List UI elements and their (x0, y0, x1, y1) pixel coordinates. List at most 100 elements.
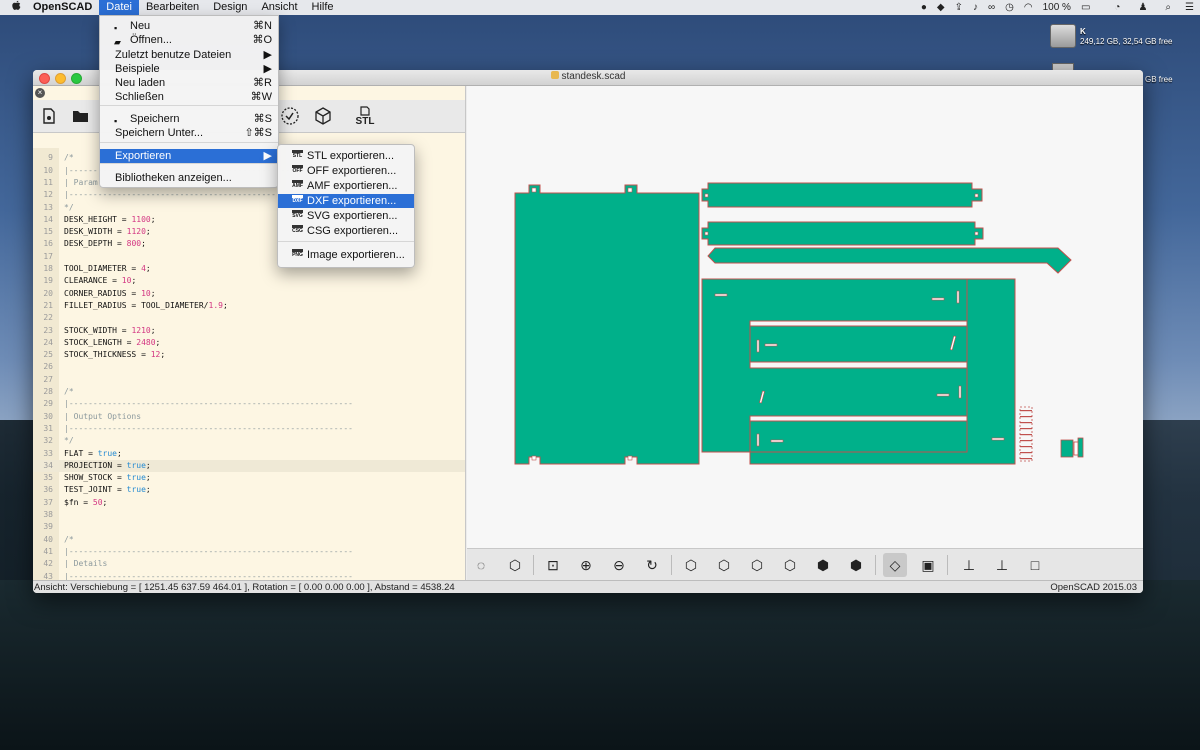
microphone-icon[interactable]: ♪ (973, 0, 978, 15)
file-menu-item[interactable]: Bibliotheken anzeigen... (100, 171, 278, 185)
evernote-icon[interactable]: ● (921, 0, 927, 15)
file-menu-item[interactable]: Speichern Unter... ⇧⌘S (100, 126, 278, 140)
code-line[interactable]: 41 |-------------------------------------… (33, 546, 465, 558)
toolbar-separator (533, 555, 534, 575)
link-icon[interactable]: ∞ (988, 0, 995, 15)
code-line[interactable]: 29 |-------------------------------------… (33, 398, 465, 410)
export-png-item[interactable]: PNG Image exportieren... (278, 248, 414, 262)
code-line[interactable]: 24 STOCK_LENGTH = 2480; (33, 337, 465, 349)
battery-icon[interactable]: ▭ (1081, 0, 1090, 15)
new-file-button[interactable] (37, 104, 61, 128)
menu-ansicht[interactable]: Ansicht (254, 0, 304, 15)
export-csg-item[interactable]: CSG CSG exportieren... (278, 224, 414, 238)
view-all-button[interactable]: ⊡ (541, 553, 565, 577)
show-scale-button[interactable]: ⊥ (990, 553, 1014, 577)
preview-button[interactable] (278, 104, 302, 128)
file-menu-item[interactable]: ▪ Speichern ⌘S (100, 112, 278, 126)
export-stl-button[interactable]: STL (353, 104, 377, 128)
show-edges-button[interactable]: □ (1023, 553, 1047, 577)
code-line[interactable]: 31 |-------------------------------------… (33, 423, 465, 435)
spotlight-icon[interactable]: ⌕ (1165, 0, 1171, 15)
view-toolbar: ◌ ⬡ ⊡ ⊕ ⊖ ↻ ⬡ ⬡ ⬡ ⬡ ⬢ ⬢ ◇ ▣ ⊥ ⊥ □ (467, 548, 1143, 581)
code-line[interactable]: 22 (33, 312, 465, 324)
code-line[interactable]: 37 $fn = 50; (33, 497, 465, 509)
file-menu-item[interactable]: Exportieren ▶ (100, 149, 278, 163)
menu-design[interactable]: Design (206, 0, 254, 15)
code-line[interactable]: 34 PROJECTION = true; (33, 459, 465, 473)
code-line[interactable]: 43 |-------------------------------------… (33, 571, 465, 581)
zoom-out-button[interactable]: ⊖ (607, 553, 631, 577)
view-front-button[interactable]: ⬢ (811, 553, 835, 577)
reset-view-button[interactable]: ↻ (640, 553, 664, 577)
3d-viewport[interactable] (467, 86, 1143, 548)
file-menu-item[interactable]: Schließen ⌘W (100, 90, 278, 104)
clock-icon[interactable]: ◔ (1114, 0, 1120, 15)
close-editor-icon[interactable]: × (35, 88, 45, 98)
export-stl-item[interactable]: STL STL exportieren... (278, 149, 414, 163)
code-line[interactable]: 42 | Details (33, 558, 465, 570)
hole (704, 231, 709, 236)
code-line[interactable]: 25 STOCK_THICKNESS = 12; (33, 349, 465, 361)
zoom-in-button[interactable]: ⊕ (574, 553, 598, 577)
dropbox-icon[interactable]: ◆ (937, 0, 945, 15)
open-file-button[interactable] (69, 104, 93, 128)
toolbar-separator (671, 555, 672, 575)
file-menu-item[interactable]: Zuletzt benutze Dateien ▶ (100, 48, 278, 62)
show-axes-button[interactable]: ⊥ (957, 553, 981, 577)
view-top-button[interactable]: ⬡ (712, 553, 736, 577)
code-line[interactable]: 26 (33, 361, 465, 373)
timemachine-icon[interactable]: ◷ (1005, 0, 1014, 15)
export-amf-item[interactable]: AMF AMF exportieren... (278, 179, 414, 193)
view-bottom-button[interactable]: ⬡ (745, 553, 769, 577)
app-menu[interactable]: OpenSCAD (26, 0, 99, 15)
upload-icon[interactable]: ⇪ (955, 0, 963, 15)
export-off-item[interactable]: OFF OFF exportieren... (278, 164, 414, 178)
orthogonal-icon: ▣ (921, 556, 935, 573)
hard-drive-icon[interactable] (1050, 24, 1076, 48)
menu-item-label: Speichern Unter... (115, 127, 204, 139)
line-text: | Output Options (64, 411, 142, 421)
code-line[interactable]: 32 */ (33, 435, 465, 447)
file-menu-item[interactable]: ▪ Neu ⌘N (100, 19, 278, 33)
menu-separator (100, 163, 278, 164)
code-line[interactable]: 21 FILLET_RADIUS = TOOL_DIAMETER/1.9; (33, 300, 465, 312)
code-line[interactable]: 19 CLEARANCE = 10; (33, 275, 465, 287)
menu-item-label: Zuletzt benutze Dateien (115, 49, 232, 61)
menu-datei[interactable]: Datei (99, 0, 139, 15)
cube-right-icon: ⬡ (684, 556, 698, 573)
view-right-button[interactable]: ⬡ (679, 553, 703, 577)
code-line[interactable]: 35 SHOW_STOCK = true; (33, 472, 465, 484)
slot (756, 339, 760, 353)
perspective-button[interactable]: ◇ (883, 553, 907, 577)
code-line[interactable]: 27 (33, 374, 465, 386)
code-line[interactable]: 38 (33, 509, 465, 521)
file-menu-item[interactable]: Beispiele ▶ (100, 62, 278, 76)
render-view-button[interactable]: ⬡ (503, 553, 527, 577)
code-line[interactable]: 39 (33, 521, 465, 533)
file-menu-item[interactable]: Neu laden ⌘R (100, 76, 278, 90)
menu-item-label: Öffnen... (130, 34, 172, 46)
wifi-icon[interactable]: ◠ (1024, 0, 1033, 15)
orthogonal-button[interactable]: ▣ (916, 553, 940, 577)
code-line[interactable]: 30 | Output Options (33, 411, 465, 423)
view-back-button[interactable]: ⬢ (844, 553, 868, 577)
apple-menu[interactable] (0, 0, 26, 15)
file-menu-item[interactable]: ▰ Öffnen... ⌘O (100, 33, 278, 47)
menu-bearbeiten[interactable]: Bearbeiten (139, 0, 206, 15)
menu-hilfe[interactable]: Hilfe (305, 0, 341, 15)
user-icon[interactable]: ♟ (1138, 0, 1147, 15)
view-left-button[interactable]: ⬡ (778, 553, 802, 577)
preview-view-button[interactable]: ◌ (469, 553, 493, 577)
line-number: 42 (43, 559, 53, 569)
render-button[interactable] (311, 104, 335, 128)
export-svg-item[interactable]: SVG SVG exportieren... (278, 209, 414, 223)
code-line[interactable]: 28 /* (33, 386, 465, 398)
notification-icon[interactable]: ☰ (1185, 0, 1194, 15)
export-dxf-item[interactable]: DXF DXF exportieren... (278, 194, 414, 208)
code-line[interactable]: 20 CORNER_RADIUS = 10; (33, 288, 465, 300)
code-line[interactable]: 23 STOCK_WIDTH = 1210; (33, 325, 465, 337)
new-file-icon (43, 108, 55, 124)
code-line[interactable]: 33 FLAT = true; (33, 448, 465, 460)
code-line[interactable]: 36 TEST_JOINT = true; (33, 484, 465, 496)
code-line[interactable]: 40 /* (33, 534, 465, 546)
